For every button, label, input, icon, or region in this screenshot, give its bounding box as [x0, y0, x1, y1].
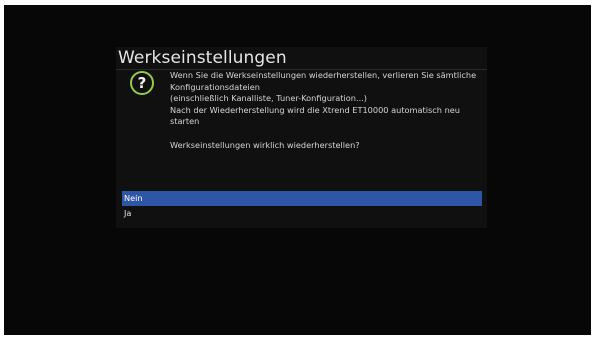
- message-line: starten: [170, 116, 200, 127]
- choice-list: Nein Ja: [122, 191, 482, 221]
- dialog-message: Wenn Sie die Werkseinstellungen wiederhe…: [170, 70, 486, 151]
- confirm-question: Werkseinstellungen wirklich wiederherste…: [170, 139, 360, 150]
- message-line: Konfigurationsdateien: [170, 81, 260, 92]
- question-mark-icon: ?: [130, 71, 154, 95]
- choice-no[interactable]: Nein: [122, 191, 482, 206]
- message-line: Nach der Wiederherstellung wird die Xtre…: [170, 104, 460, 115]
- dialog-title: Werkseinstellungen: [118, 48, 287, 68]
- choice-yes[interactable]: Ja: [122, 206, 482, 221]
- message-line: (einschließlich Kanalliste, Tuner-Konfig…: [170, 93, 367, 104]
- message-line: Wenn Sie die Werkseinstellungen wiederhe…: [170, 70, 477, 80]
